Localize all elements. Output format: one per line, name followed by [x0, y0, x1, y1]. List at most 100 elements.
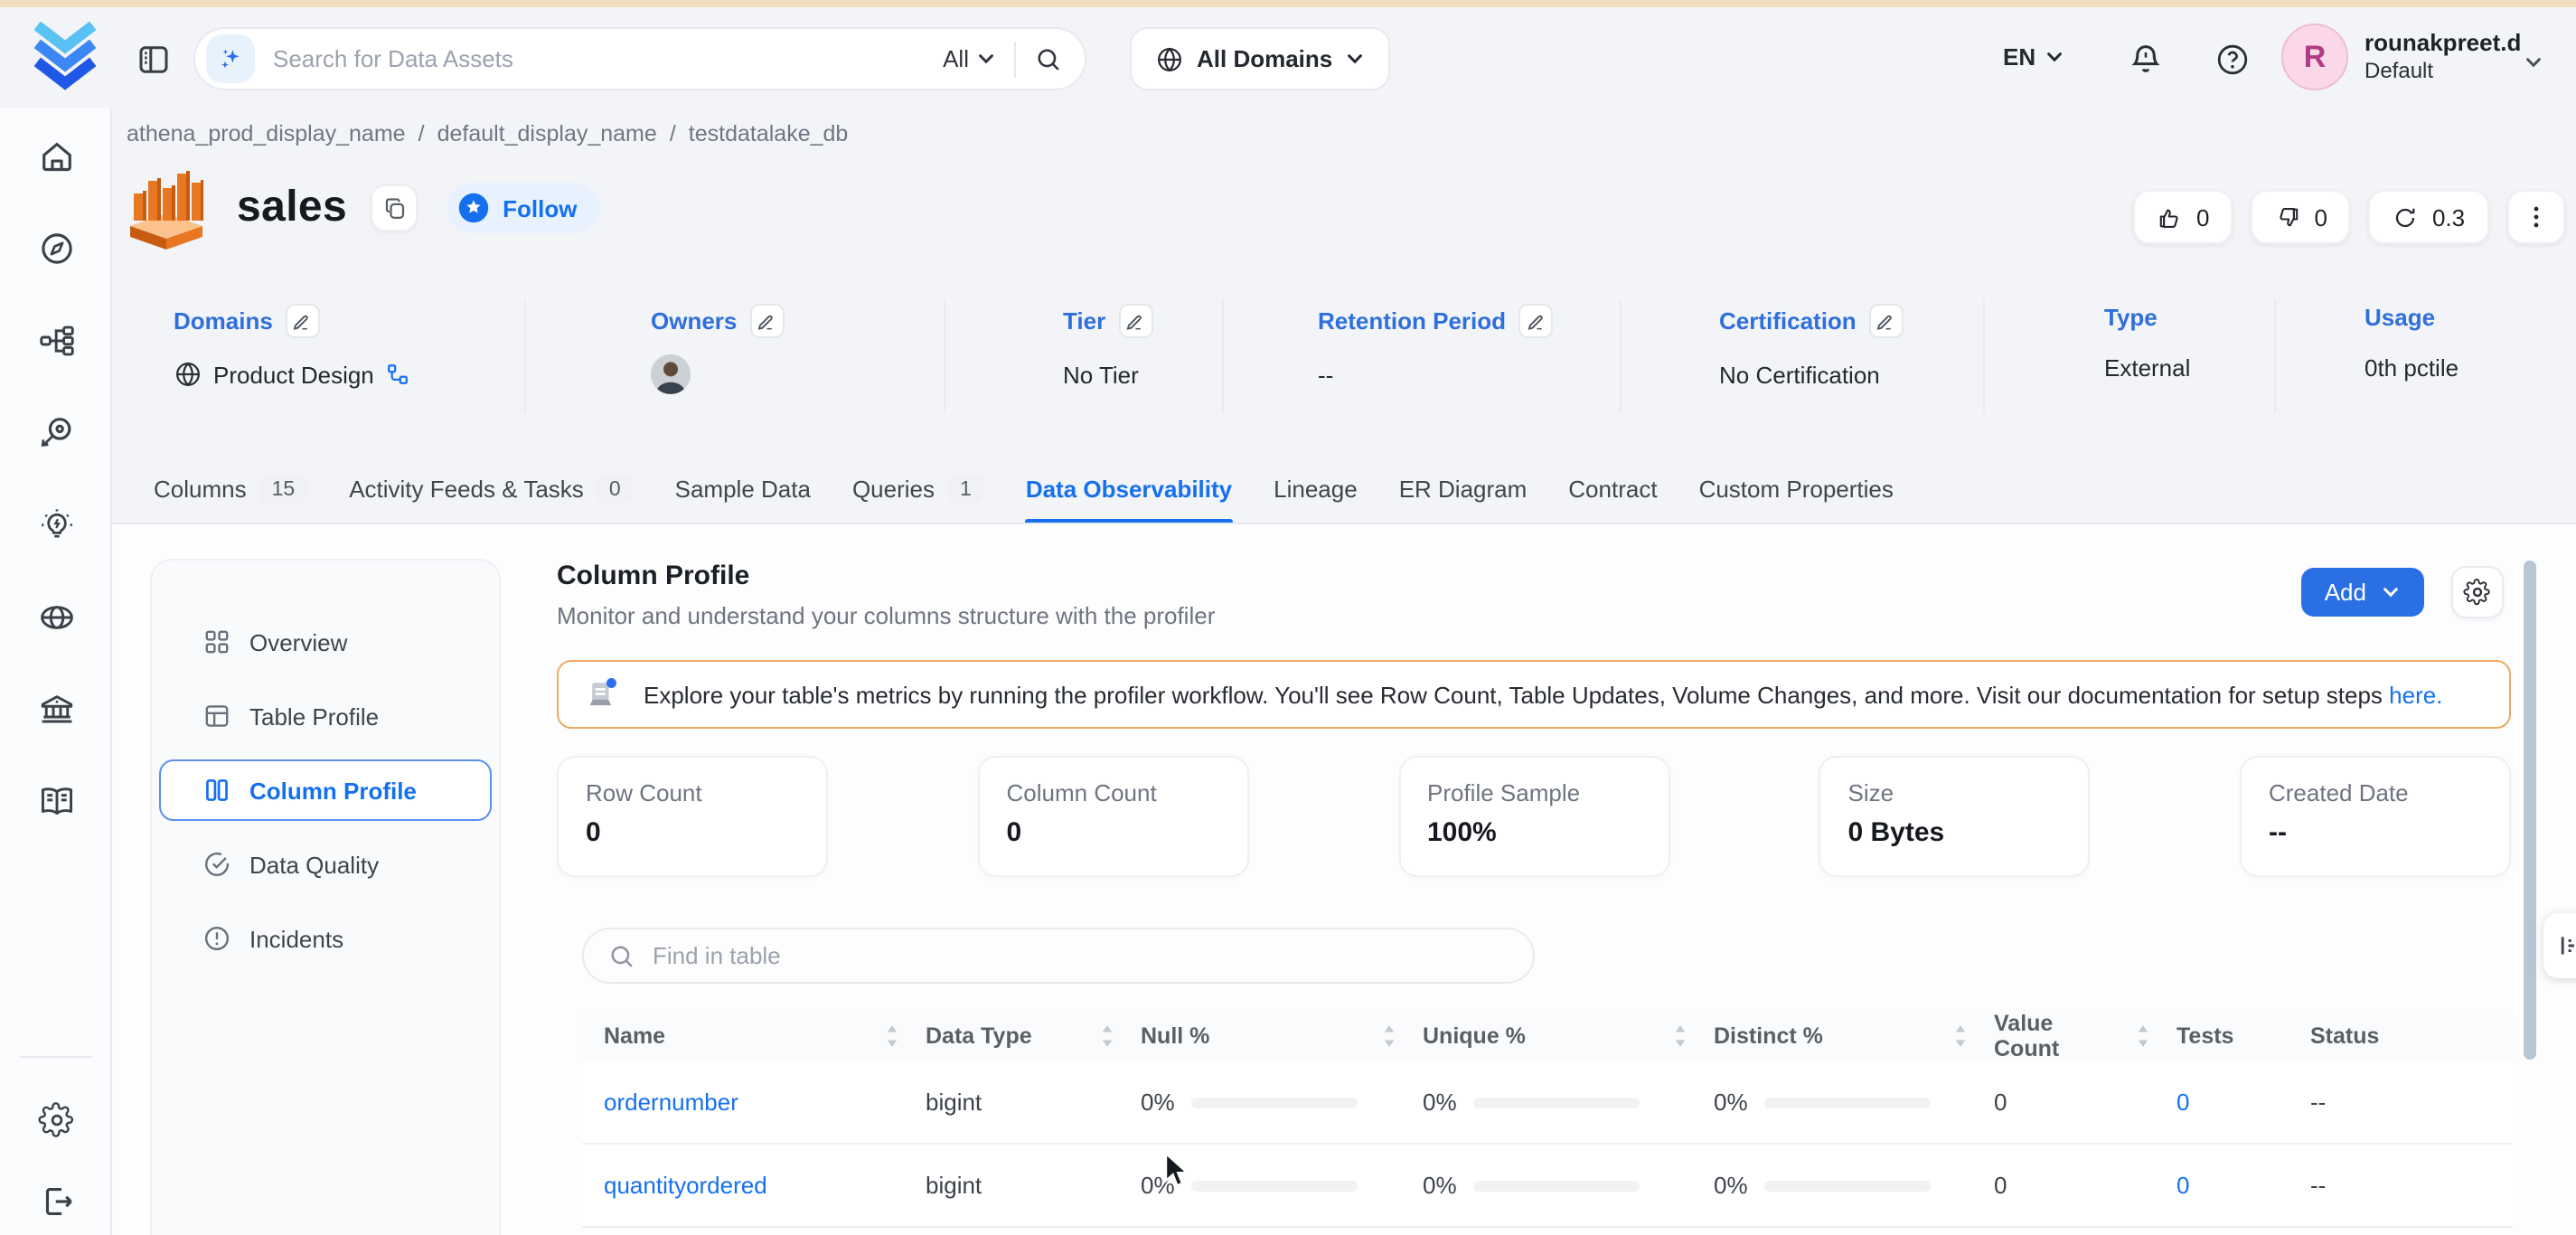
copy-name-button[interactable] [371, 184, 418, 231]
rail-item-insights[interactable] [36, 504, 76, 544]
cell-status: -- [2310, 1172, 2513, 1199]
edit-tier-button[interactable] [1118, 304, 1153, 338]
rail-item-governance[interactable] [36, 689, 76, 729]
data-quality-icon [202, 850, 231, 879]
search-input[interactable] [273, 45, 944, 72]
edit-owners-button[interactable] [749, 304, 785, 338]
sort-icon[interactable] [2135, 1023, 2151, 1048]
language-dropdown[interactable]: EN [2003, 43, 2064, 71]
tests-link[interactable]: 0 [2176, 1089, 2189, 1116]
tab-columns[interactable]: Columns 15 [154, 456, 308, 523]
rail-item-observability[interactable] [36, 412, 76, 452]
tab-custom-properties[interactable]: Custom Properties [1699, 456, 1894, 523]
search-icon[interactable] [1034, 44, 1063, 73]
tests-link[interactable]: 0 [2176, 1172, 2189, 1199]
upvote-button[interactable]: 0 [2133, 190, 2233, 244]
edit-retention-period-button[interactable] [1518, 304, 1554, 338]
divider [20, 1056, 92, 1058]
rail-item-logout[interactable] [36, 1181, 76, 1221]
column-profile-table: Name Data Type Null % Unique % Distinct % Val… [582, 1009, 2513, 1228]
profile-nav-table-profile[interactable]: Table Profile [159, 685, 492, 747]
column-header-unique[interactable]: Unique % [1423, 1023, 1714, 1048]
breadcrumb-item[interactable]: default_display_name [437, 121, 657, 146]
pct-meter [1190, 1097, 1358, 1108]
banner-docs-link[interactable]: here. [2389, 681, 2442, 708]
follow-star-icon [457, 192, 490, 224]
downvote-button[interactable]: 0 [2251, 190, 2351, 244]
global-search-bar[interactable]: All [193, 27, 1086, 90]
profile-nav-incidents[interactable]: Incidents [159, 908, 492, 969]
breadcrumb-item[interactable]: athena_prod_display_name [127, 121, 406, 146]
profiler-settings-button[interactable] [2451, 566, 2504, 618]
column-name-link[interactable]: ordernumber [604, 1089, 738, 1116]
column-header-null[interactable]: Null % [1141, 1023, 1423, 1048]
notifications-bell-icon[interactable] [2126, 40, 2166, 80]
rail-item-explore[interactable] [36, 228, 76, 268]
owner-avatar[interactable] [651, 354, 691, 394]
chevron-down-icon[interactable] [2524, 52, 2543, 72]
follow-button[interactable]: Follow [447, 183, 601, 233]
meta-label-text: Type [2104, 304, 2158, 331]
column-profile-main: Column Profile Monitor and understand yo… [557, 524, 2513, 1235]
cell-value-count: 0 [1994, 1089, 2176, 1116]
side-panel-toggle[interactable] [2543, 913, 2576, 978]
brand-logo-icon[interactable] [29, 21, 101, 94]
search-scope-dropdown[interactable]: All [943, 45, 996, 72]
rail-item-home[interactable] [36, 136, 76, 175]
subdomain-icon[interactable] [385, 362, 410, 387]
column-header-data-type[interactable]: Data Type [926, 1023, 1141, 1048]
sort-icon[interactable] [1672, 1023, 1688, 1048]
cell-tests: 0 [2176, 1172, 2310, 1199]
tab-contract[interactable]: Contract [1568, 456, 1657, 523]
tab-er-diagram[interactable]: ER Diagram [1399, 456, 1528, 523]
help-icon[interactable] [2213, 40, 2252, 80]
rail-item-domains[interactable] [36, 597, 76, 636]
tab-sample-data[interactable]: Sample Data [675, 456, 811, 523]
table-row: ordernumber bigint 0% 0% 0% 0 0 -- [582, 1061, 2513, 1145]
kebab-menu-icon [2521, 203, 2550, 231]
add-button[interactable]: Add [2300, 568, 2424, 617]
profile-nav-column-profile[interactable]: Column Profile [159, 759, 492, 821]
globe-icon [174, 360, 202, 389]
breadcrumb-item[interactable]: testdatalake_db [689, 121, 849, 146]
user-menu[interactable]: R rounakpreet.d Default [2281, 24, 2521, 90]
edit-domains-button[interactable] [285, 304, 320, 338]
sort-icon[interactable] [1099, 1023, 1115, 1048]
column-header-value-count[interactable]: Value Count [1994, 1010, 2176, 1061]
edit-certification-button[interactable] [1868, 304, 1904, 338]
rail-item-glossary[interactable] [36, 781, 76, 821]
cell-text: -- [2310, 1172, 2327, 1199]
column-name-link[interactable]: quantityordered [604, 1172, 767, 1199]
sidebar-toggle-icon[interactable] [134, 40, 174, 80]
global-header: All All Domains EN R rounakpreet.d Defau… [0, 7, 2576, 108]
version-button[interactable]: 0.3 [2368, 190, 2489, 244]
column-header-distinct[interactable]: Distinct % [1714, 1023, 1994, 1048]
tab-queries[interactable]: Queries 1 [852, 456, 984, 523]
all-domains-button[interactable]: All Domains [1130, 27, 1391, 90]
rail-item-settings[interactable] [36, 1099, 76, 1139]
find-in-table[interactable] [582, 928, 1535, 984]
nav-item-label: Data Quality [249, 851, 380, 878]
column-header-name[interactable]: Name [582, 1023, 926, 1048]
profile-nav-overview[interactable]: Overview [159, 611, 492, 673]
tab-data-observability[interactable]: Data Observability [1025, 456, 1233, 524]
more-actions-button[interactable] [2506, 190, 2565, 244]
meta-value: -- [1318, 354, 1553, 394]
profile-nav-data-quality[interactable]: Data Quality [159, 834, 492, 895]
tab-badge: 0 [596, 476, 634, 503]
sort-icon[interactable] [1952, 1023, 1969, 1048]
tab-activity-feeds-tasks[interactable]: Activity Feeds & Tasks 0 [349, 456, 634, 523]
left-nav-rail [0, 108, 112, 1235]
chevron-down-icon [976, 49, 996, 69]
sort-icon[interactable] [884, 1023, 900, 1048]
tab-lineage[interactable]: Lineage [1274, 456, 1358, 523]
meta-value: 0th pctile [2364, 347, 2458, 387]
main-header: Column Profile Monitor and understand yo… [557, 561, 2511, 629]
entity-actions: 0 0 0.3 [2133, 190, 2565, 244]
tab-badge: 15 [259, 476, 308, 503]
find-in-table-input[interactable] [653, 942, 1509, 969]
vertical-scrollbar[interactable] [2524, 561, 2536, 1060]
thumbs-up-icon [2157, 203, 2184, 231]
sort-icon[interactable] [1381, 1023, 1397, 1048]
rail-item-lineage[interactable] [36, 320, 76, 360]
